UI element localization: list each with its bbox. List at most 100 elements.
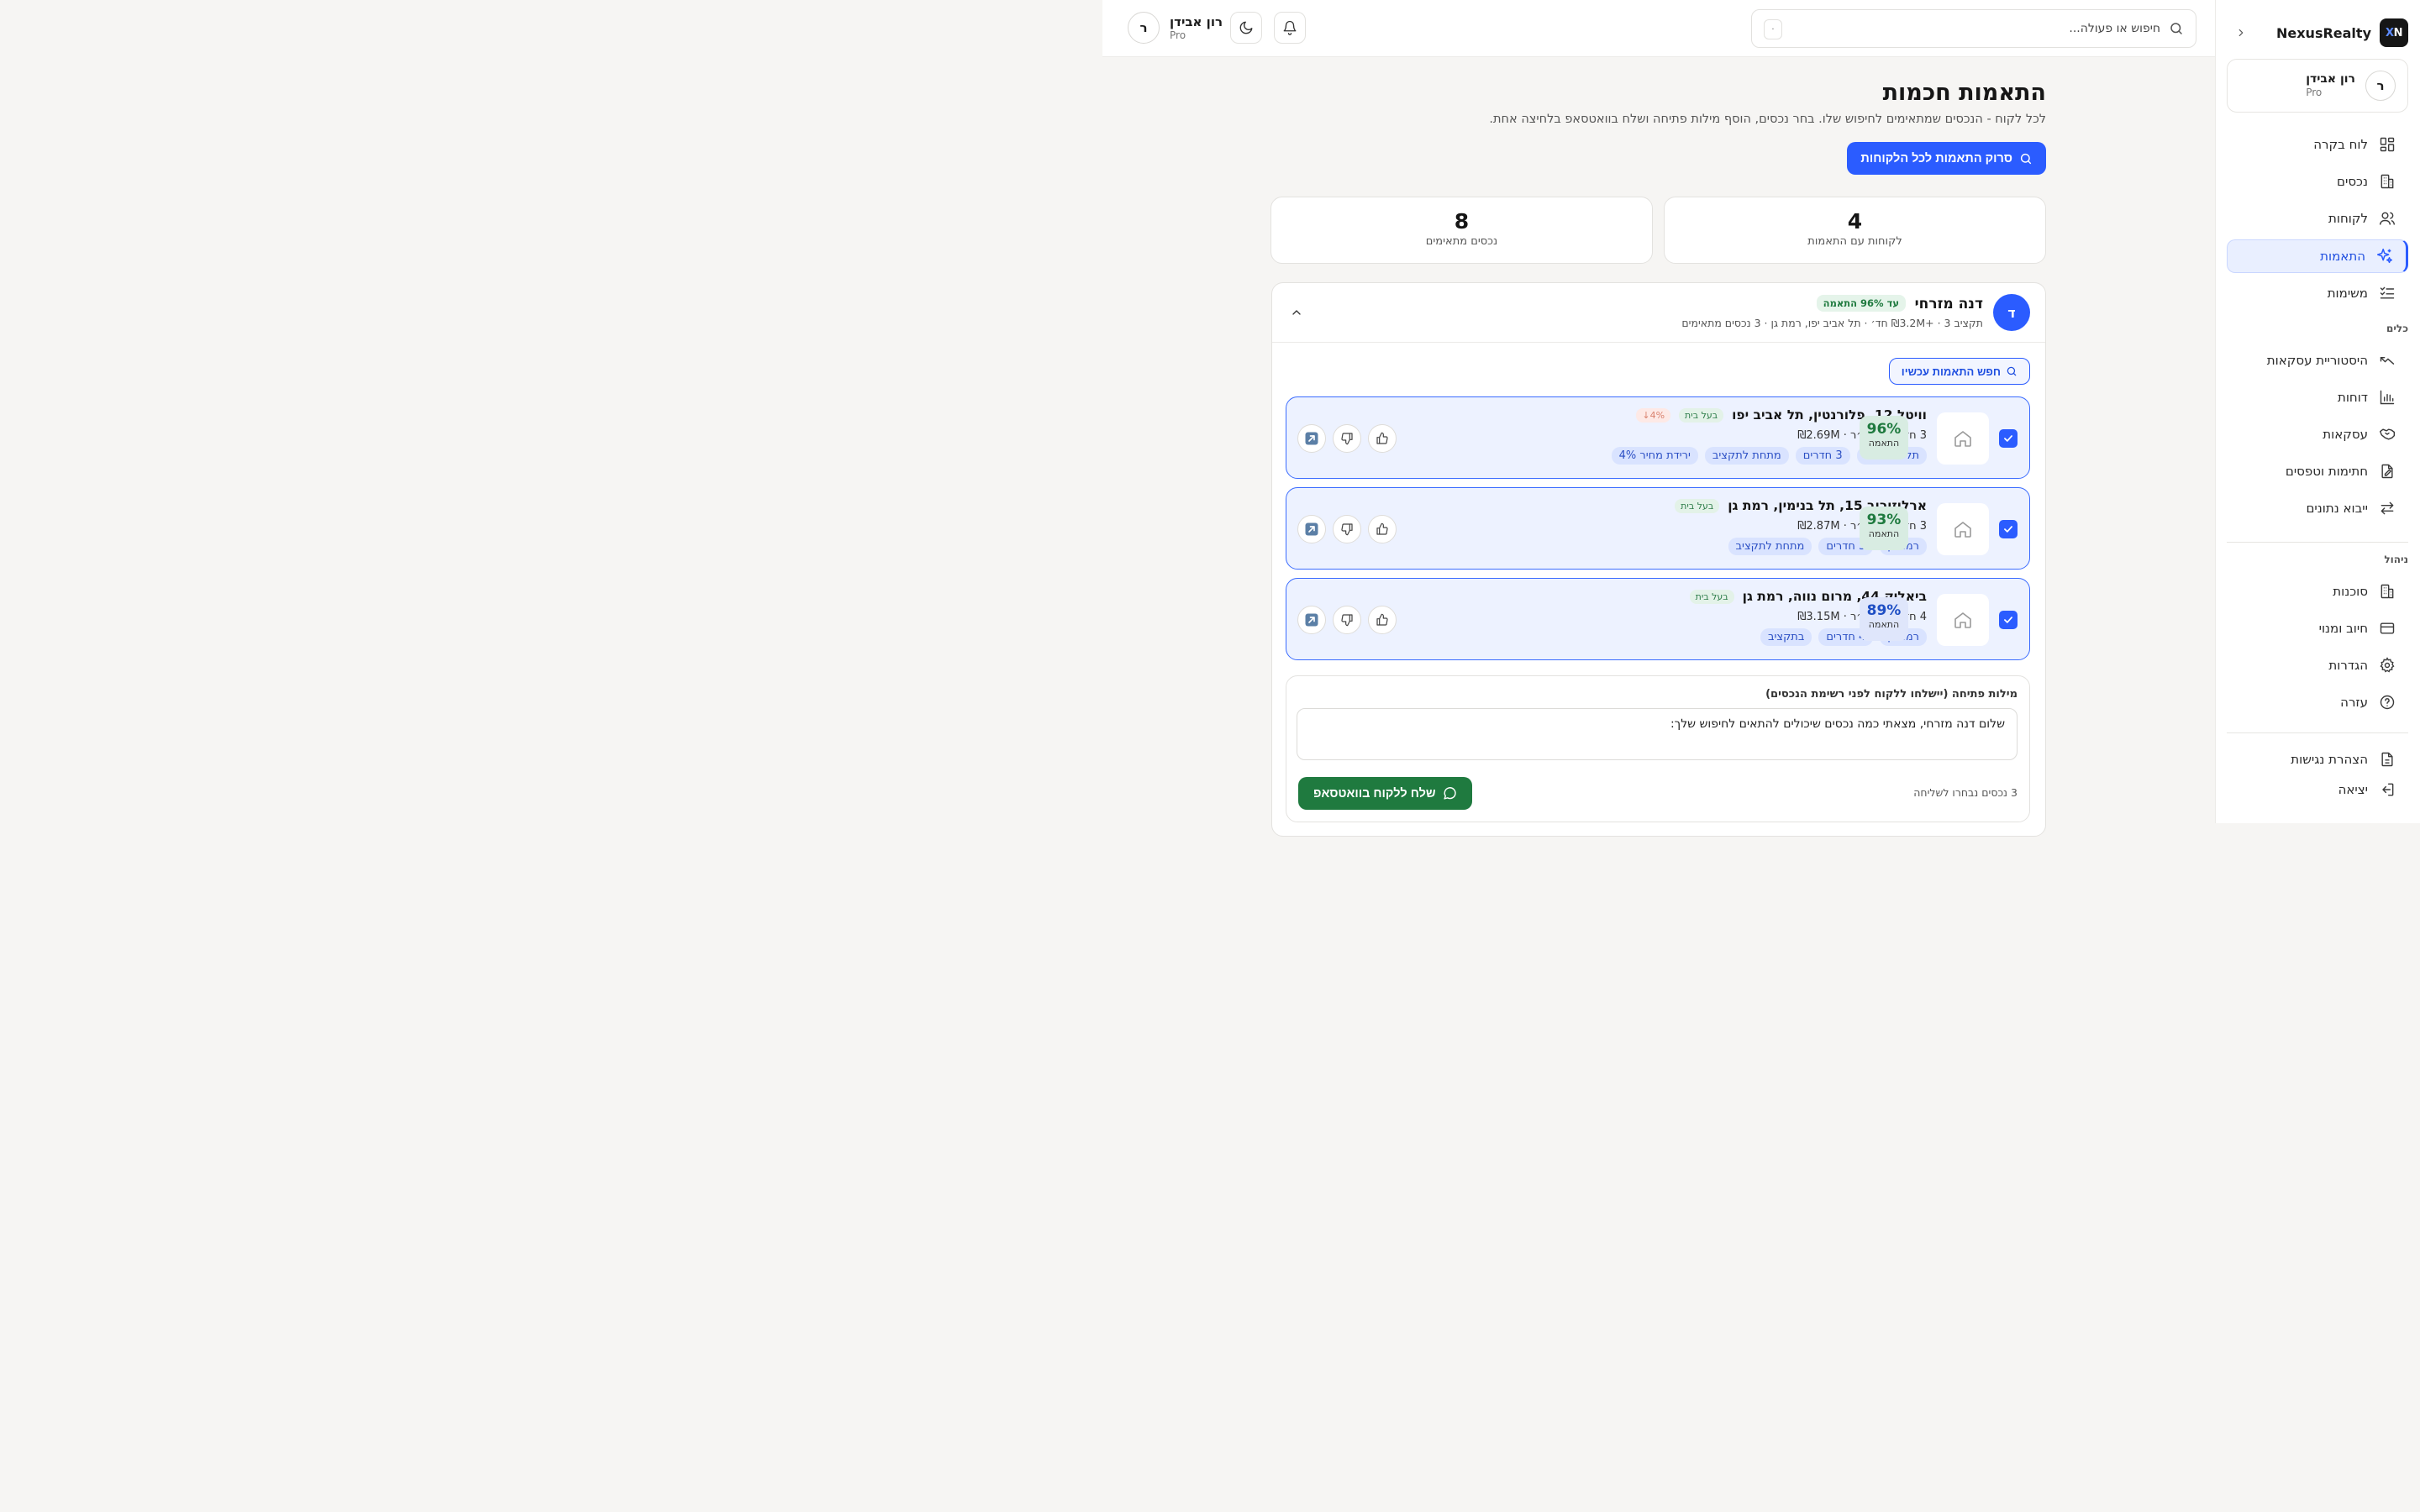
stat-value: 8 [1454,209,1470,234]
owner-chip: בעל בית [1675,498,1720,513]
sidebar-item-clients[interactable]: לקוחות [2227,202,2408,235]
sidebar-item-label: חיוב ומנוי [2318,621,2368,636]
import-icon [2378,499,2396,517]
property-match-row[interactable]: ארלוזורוב 15, תל בנימין, רמת גן בעל בית … [1286,487,2030,570]
opening-message-label: מילות פתיחה (יישלחו ללקוח לפני רשימת הנכ… [1765,688,2018,701]
dislike-button[interactable] [1333,424,1361,453]
search-box[interactable]: · [1751,9,2196,48]
sidebar-item-deals[interactable]: עסקאות [2227,417,2408,451]
stat-label: נכסים מתאימים [1425,235,1498,248]
search-icon [2169,21,2184,36]
property-thumbnail [1937,412,1989,465]
client-avatar: ד [1993,294,2030,331]
sidebar-section-tools: כלים [2386,323,2408,334]
property-thumbnail [1937,594,1989,646]
page-title: התאמות חכמות [1882,80,2046,106]
like-button[interactable] [1368,424,1397,453]
sidebar-item-dashboard[interactable]: לוח בקרה [2227,128,2408,161]
external-link-icon [1304,522,1319,537]
external-link-icon [1304,612,1319,627]
property-tag: בתקציב [1760,628,1812,646]
search-input[interactable] [1807,22,2160,35]
handshake-icon [2378,425,2396,444]
avatar: ר [2365,71,2396,101]
sidebar-item-agency[interactable]: סוכנות [2227,575,2408,608]
find-matches-now-button[interactable]: חפש התאמות עכשיו [1888,358,2030,385]
search-icon [2019,152,2033,165]
like-button[interactable] [1368,606,1397,634]
dislike-button[interactable] [1333,515,1361,543]
sidebar-item-label: ייבוא נתונים [2306,501,2368,516]
sidebar-item-label: יציאה [2338,782,2368,797]
trend-icon [2378,351,2396,370]
thumbs-down-icon [1340,522,1354,536]
match-score-label: התאמה [1868,528,1900,539]
sidebar-item-label: לוח בקרה [2313,137,2368,152]
opening-message-input[interactable]: שלום דנה מזרחי, מצאתי כמה נכסים שיכולים … [1297,708,2018,760]
sidebar-item-settings[interactable]: הגדרות [2227,648,2408,682]
property-match-row[interactable]: ביאליק 44, מרום נווה, רמת גן בעל בית 4 ח… [1286,578,2030,660]
match-score-label: התאמה [1868,619,1900,630]
opening-message-panel: מילות פתיחה (יישלחו ללקוח לפני רשימת הנכ… [1286,675,2030,822]
sidebar-item-deal-history[interactable]: היסטוריית עסקאות [2227,344,2408,377]
sidebar-item-help[interactable]: עזרה [2227,685,2408,719]
like-button[interactable] [1368,515,1397,543]
sidebar: NX NexusRealty ר רון אבידן Pro לוח בקרה … [2215,0,2420,823]
check-icon [2002,433,2014,444]
sidebar-item-logout[interactable]: יציאה [2227,773,2408,806]
sidebar-item-label: היסטוריית עסקאות [2266,353,2368,368]
sidebar-item-billing[interactable]: חיוב ומנוי [2227,612,2408,645]
chart-icon [2378,388,2396,407]
sidebar-item-signatures[interactable]: חתימות וטפסים [2227,454,2408,488]
client-card-header[interactable]: ד דנה מזרחי עד 96% התאמה תקציב ₪3.2M+ · … [1272,283,2045,343]
open-property-button[interactable] [1297,515,1326,543]
search-icon [2006,365,2018,377]
send-whatsapp-button[interactable]: שלח ללקוח בוואטסאפ [1298,777,1472,810]
thumbs-down-icon [1340,432,1354,445]
theme-toggle-button[interactable] [1230,12,1262,44]
home-icon [1953,610,1973,630]
open-property-button[interactable] [1297,606,1326,634]
sidebar-user-card[interactable]: ר רון אבידן Pro [2227,59,2408,113]
property-checkbox[interactable] [1999,611,2018,629]
building-icon [2378,582,2396,601]
document-icon [2378,750,2396,769]
sidebar-section-admin: ניהול [2384,554,2408,565]
external-link-icon [1304,431,1319,446]
stat-label: לקוחות עם התאמות [1807,235,1902,248]
stat-value: 4 [1847,209,1863,234]
sidebar-item-reports[interactable]: דוחות [2227,381,2408,414]
property-checkbox[interactable] [1999,429,2018,448]
sidebar-item-properties[interactable]: נכסים [2227,165,2408,198]
send-whatsapp-label: שלח ללקוח בוואטסאפ [1313,786,1436,801]
sidebar-item-label: עזרה [2340,695,2368,710]
user-name: רון אבידן [2306,71,2355,86]
property-tag: מתחת לתקציב [1704,447,1789,465]
sidebar-item-import[interactable]: ייבוא נתונים [2227,491,2408,525]
scan-all-matches-label: סרוק התאמות לכל הלקוחות [1860,151,2012,165]
property-checkbox[interactable] [1999,520,2018,538]
client-name: דנה מזרחי [1914,296,1983,312]
sidebar-item-accessibility[interactable]: הצהרת נגישות [2227,743,2408,776]
help-icon [2378,693,2396,711]
sidebar-item-label: סוכנות [2333,584,2368,599]
brand: NX NexusRealty [2227,18,2408,47]
property-tag: מתחת לתקציב [1728,538,1812,555]
user-name: רון אבידן [1170,13,1223,29]
sidebar-item-matches[interactable]: התאמות [2227,239,2408,273]
chevron-up-icon[interactable] [1287,303,1306,322]
open-property-button[interactable] [1297,424,1326,453]
user-plan: Pro [2306,87,2323,99]
stat-matching-properties: 8 נכסים מתאימים [1270,197,1653,264]
sidebar-divider [2227,542,2408,543]
sidebar-item-tasks[interactable]: משימות [2227,276,2408,310]
property-match-row[interactable]: וויטל 12, פלורנטין, תל אביב יפו בעל בית … [1286,396,2030,479]
thumbs-up-icon [1376,613,1389,627]
top-user-menu[interactable]: ר רון אבידן Pro [1128,12,1223,44]
dislike-button[interactable] [1333,606,1361,634]
notifications-button[interactable] [1274,12,1306,44]
scan-all-matches-button[interactable]: סרוק התאמות לכל הלקוחות [1847,142,2046,175]
selected-count: 3 נכסים נבחרו לשליחה [1913,786,2018,799]
sidebar-item-label: הגדרות [2328,658,2368,673]
chevron-right-icon[interactable] [2233,25,2249,40]
